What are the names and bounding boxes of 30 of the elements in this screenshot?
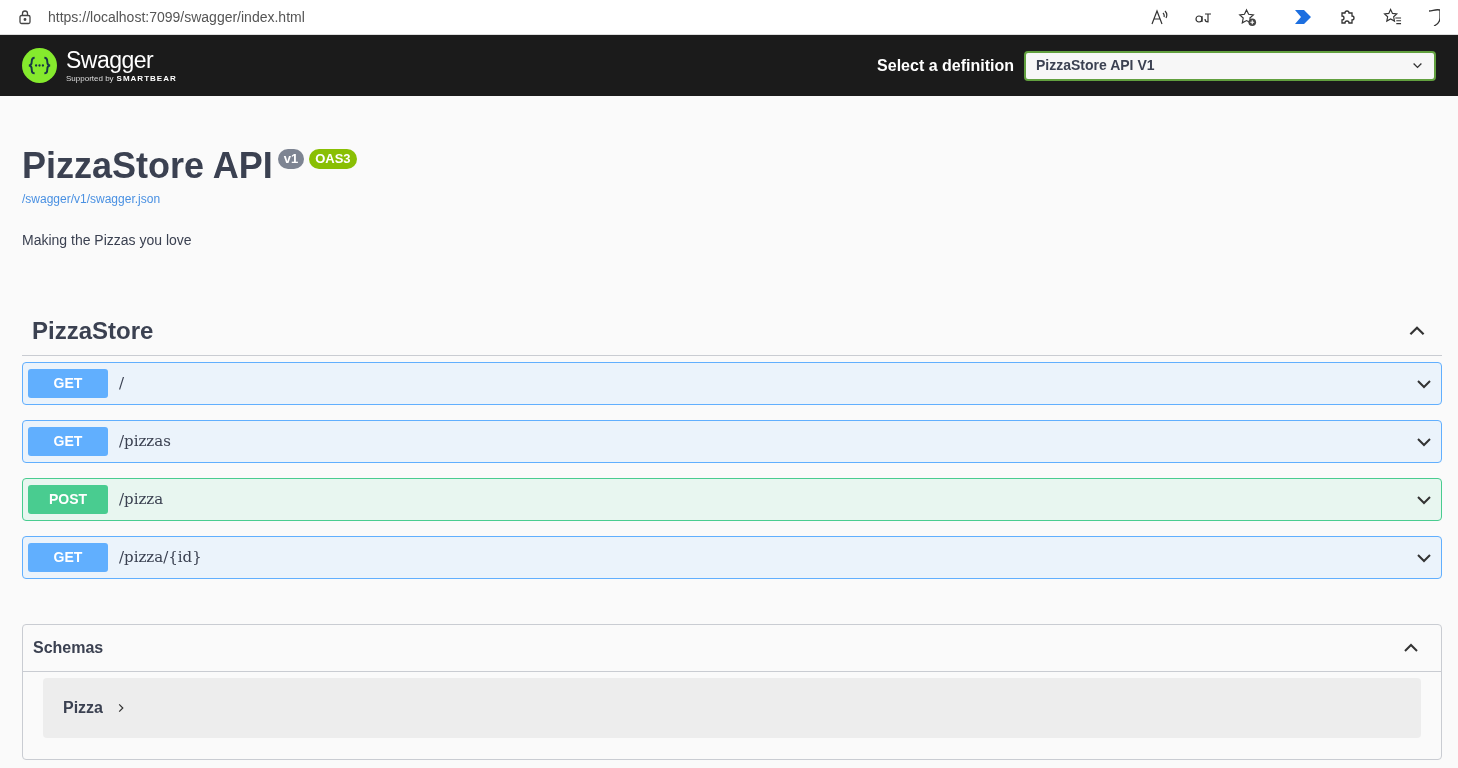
operation-row[interactable]: GET / <box>22 362 1442 405</box>
definition-label: Select a definition <box>877 55 1014 76</box>
chevron-logo-icon[interactable] <box>1293 9 1313 25</box>
operation-path: / <box>119 373 126 395</box>
logo-wordmark: Swagger <box>66 48 155 72</box>
logo-brand: SMARTBEAR <box>116 74 177 83</box>
operation-row[interactable]: GET /pizza/{id} <box>22 536 1442 579</box>
api-description: Making the Pizzas you love <box>22 231 193 250</box>
tag-header[interactable]: PizzaStore <box>22 306 1442 356</box>
schemas-header[interactable]: Schemas <box>23 625 1441 672</box>
method-label: GET <box>28 427 108 456</box>
definition-select[interactable]: PizzaStore API V1 <box>1024 50 1436 81</box>
version-badge: v1 <box>277 149 305 169</box>
method-label: GET <box>28 369 108 398</box>
read-aloud-icon[interactable] <box>1150 8 1168 26</box>
oas-badge: OAS3 <box>309 149 357 169</box>
puzzle-icon[interactable] <box>1339 8 1357 26</box>
operation-row[interactable]: GET /pizzas <box>22 420 1442 463</box>
operation-path: /pizza/{id} <box>119 547 203 569</box>
lock-icon <box>18 9 32 25</box>
method-label: POST <box>28 485 108 514</box>
method-label: GET <box>28 543 108 572</box>
schema-model[interactable]: Pizza <box>43 678 1421 738</box>
swagger-logo-icon <box>22 48 57 83</box>
api-title: PizzaStore API <box>22 144 273 188</box>
star-plus-icon[interactable] <box>1238 7 1257 27</box>
operation-path: /pizza <box>119 489 165 511</box>
favorites-icon[interactable] <box>1383 8 1402 26</box>
logo-tagline: Supported by <box>66 74 114 83</box>
operation-path: /pizzas <box>119 431 172 453</box>
